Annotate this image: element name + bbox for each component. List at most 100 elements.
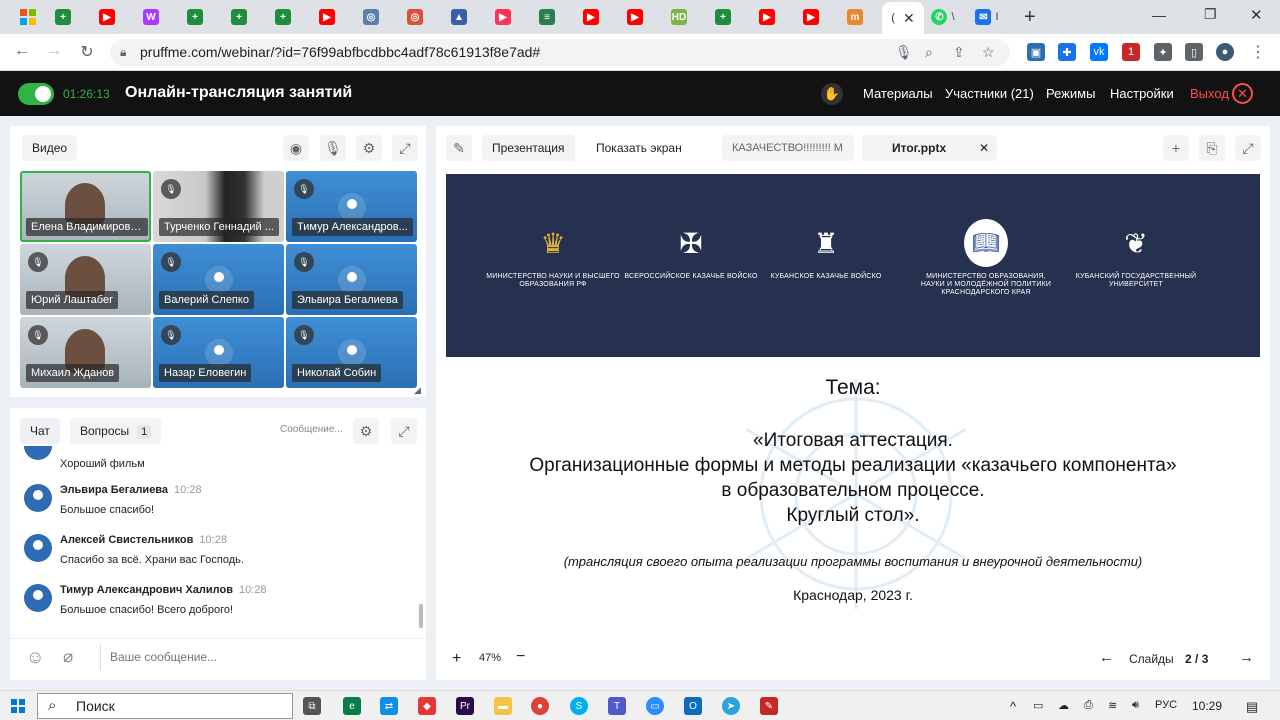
- back-button[interactable]: ←: [12, 42, 32, 60]
- browser-tab[interactable]: W: [136, 6, 166, 28]
- zoom-icon[interactable]: ⌕: [925, 39, 933, 66]
- browser-tab[interactable]: ▶: [576, 6, 606, 28]
- zoom-out-button[interactable]: −: [516, 648, 525, 666]
- participant-tile[interactable]: 🎙︎ Николай Собин: [286, 317, 417, 388]
- participant-tile[interactable]: 🎙︎ Тимур Александров...: [286, 171, 417, 242]
- browser-tab[interactable]: ▶: [796, 6, 826, 28]
- emoji-icon[interactable]: ☺: [26, 647, 44, 668]
- forward-button[interactable]: →: [44, 42, 64, 60]
- edge-icon[interactable]: e: [343, 697, 361, 715]
- add-icon[interactable]: +: [1163, 135, 1189, 161]
- prev-slide-button[interactable]: ←: [1099, 649, 1114, 666]
- fullscreen-icon[interactable]: ⤢: [1235, 135, 1261, 161]
- premiere-icon[interactable]: Pr: [456, 697, 474, 715]
- browser-tab[interactable]: ▶: [312, 6, 342, 28]
- usb-icon[interactable]: ⎙: [1084, 699, 1093, 712]
- browser-tab[interactable]: +: [268, 6, 298, 28]
- wifi-icon[interactable]: ≋: [1108, 699, 1117, 712]
- tab-presentation[interactable]: Презентация: [482, 135, 575, 161]
- participant-tile[interactable]: 🎙︎ Назар Еловегин: [153, 317, 284, 388]
- bookmark-star-icon[interactable]: ☆: [982, 39, 995, 66]
- battery-icon[interactable]: ▭: [1033, 699, 1043, 712]
- exit-button[interactable]: Выход: [1190, 86, 1229, 101]
- browser-tab[interactable]: +: [180, 6, 210, 28]
- notifications-icon[interactable]: ▤: [1246, 699, 1258, 715]
- exit-icon[interactable]: ✕: [1232, 83, 1253, 104]
- browser-tab[interactable]: ▲: [444, 6, 474, 28]
- share-icon[interactable]: ⇪: [953, 39, 965, 66]
- zoom-in-button[interactable]: +: [452, 650, 461, 668]
- browser-menu-icon[interactable]: ⋮: [1250, 42, 1266, 62]
- menu-modes[interactable]: Режимы: [1046, 86, 1095, 101]
- extensions-menu-icon[interactable]: ✦: [1154, 43, 1172, 61]
- start-button[interactable]: [11, 699, 25, 713]
- task-view-icon[interactable]: ⧉: [303, 697, 321, 715]
- taskbar-search[interactable]: ⌕ Поиск: [37, 693, 293, 719]
- chrome-icon[interactable]: ●: [531, 697, 549, 715]
- browser-tab[interactable]: ▶: [488, 6, 518, 28]
- close-file-icon[interactable]: ✕: [979, 135, 989, 161]
- video-label-button[interactable]: Видео: [22, 135, 78, 161]
- camera-icon[interactable]: ◉: [283, 135, 309, 161]
- raise-hand-icon[interactable]: ✋: [821, 83, 843, 105]
- extension-icon[interactable]: ▣: [1027, 43, 1045, 61]
- browser-tab[interactable]: ▶: [752, 6, 782, 28]
- bookmark-icon[interactable]: ⎘: [1199, 135, 1225, 161]
- resize-handle-icon[interactable]: ◢: [414, 385, 421, 396]
- next-slide-button[interactable]: →: [1239, 649, 1254, 666]
- tab-whatsapp[interactable]: ✆ \: [928, 6, 958, 28]
- browser-tab[interactable]: +: [708, 6, 738, 28]
- microphone-icon[interactable]: 🎙︎: [320, 135, 346, 161]
- chat-message-input[interactable]: [110, 644, 410, 670]
- participant-tile[interactable]: 🎙︎ Михаил Жданов: [20, 317, 151, 388]
- anydesk-icon[interactable]: ◆: [418, 697, 436, 715]
- close-window-button[interactable]: ✕: [1250, 6, 1263, 24]
- minimize-button[interactable]: —: [1152, 7, 1166, 23]
- browser-tab[interactable]: ▶: [620, 6, 650, 28]
- reload-button[interactable]: ↻: [77, 42, 97, 62]
- clock[interactable]: 10:29: [1192, 699, 1222, 713]
- menu-materials[interactable]: Материалы: [863, 86, 933, 101]
- app-icon[interactable]: ✎: [760, 697, 778, 715]
- menu-participants[interactable]: Участники (21): [945, 86, 1034, 101]
- browser-tab[interactable]: ≡: [532, 6, 562, 28]
- side-panel-icon[interactable]: ▯: [1185, 43, 1203, 61]
- puzzle-extension-icon[interactable]: ✚: [1058, 43, 1076, 61]
- url-field[interactable]: 🔒︎ pruffme.com/webinar/?id=76f99abfbcdbb…: [110, 39, 1010, 66]
- participant-tile[interactable]: 🎙︎ Эльвира Бегалиева: [286, 244, 417, 315]
- participant-tile[interactable]: 🎙︎ Валерий Слепко: [153, 244, 284, 315]
- skype-icon[interactable]: S: [570, 697, 588, 715]
- profile-avatar[interactable]: ●: [1216, 43, 1234, 61]
- broadcast-toggle[interactable]: [18, 83, 54, 105]
- restore-button[interactable]: ❐: [1204, 6, 1217, 23]
- close-tab-icon[interactable]: ✕: [903, 10, 915, 27]
- vk-icon[interactable]: vk: [1090, 43, 1108, 61]
- tab-share-screen[interactable]: Показать экран: [586, 135, 692, 161]
- chat-scrollbar[interactable]: [419, 604, 423, 628]
- participant-tile[interactable]: 🎙︎ Турченко Геннадий ...: [153, 171, 284, 242]
- browser-tab[interactable]: ▶: [92, 6, 122, 28]
- new-tab-button[interactable]: +: [1024, 6, 1036, 29]
- menu-settings[interactable]: Настройки: [1110, 86, 1174, 101]
- browser-tab[interactable]: m: [840, 6, 870, 28]
- file-tab-itog[interactable]: Итог.pptx ✕: [862, 135, 997, 161]
- browser-tab[interactable]: +: [224, 6, 254, 28]
- tray-chevron-icon[interactable]: ^: [1010, 699, 1016, 714]
- teamviewer-icon[interactable]: ⇄: [380, 697, 398, 715]
- microphone-icon[interactable]: 🎙︎: [895, 39, 913, 66]
- extension-badge-icon[interactable]: 1: [1122, 43, 1140, 61]
- browser-tab[interactable]: HD: [664, 6, 694, 28]
- participant-tile[interactable]: Елена Владимировна...: [20, 171, 151, 242]
- file-tab-kazachestvo[interactable]: КАЗАЧЕСТВО!!!!!!!!! М: [722, 135, 854, 161]
- browser-tab[interactable]: +: [48, 6, 78, 28]
- volume-icon[interactable]: 🔊︎: [1132, 699, 1139, 712]
- participant-tile[interactable]: 🎙︎ Юрий Лаштабег: [20, 244, 151, 315]
- onedrive-icon[interactable]: ☁: [1058, 699, 1069, 712]
- pencil-icon[interactable]: ✎: [446, 135, 472, 161]
- explorer-icon[interactable]: ▬: [494, 697, 512, 715]
- tab-mail[interactable]: ✉ I: [972, 6, 1002, 28]
- gear-icon[interactable]: ⚙: [356, 135, 382, 161]
- outlook-icon[interactable]: O: [684, 697, 702, 715]
- teams-icon[interactable]: T: [608, 697, 626, 715]
- telegram-icon[interactable]: ➤: [722, 697, 740, 715]
